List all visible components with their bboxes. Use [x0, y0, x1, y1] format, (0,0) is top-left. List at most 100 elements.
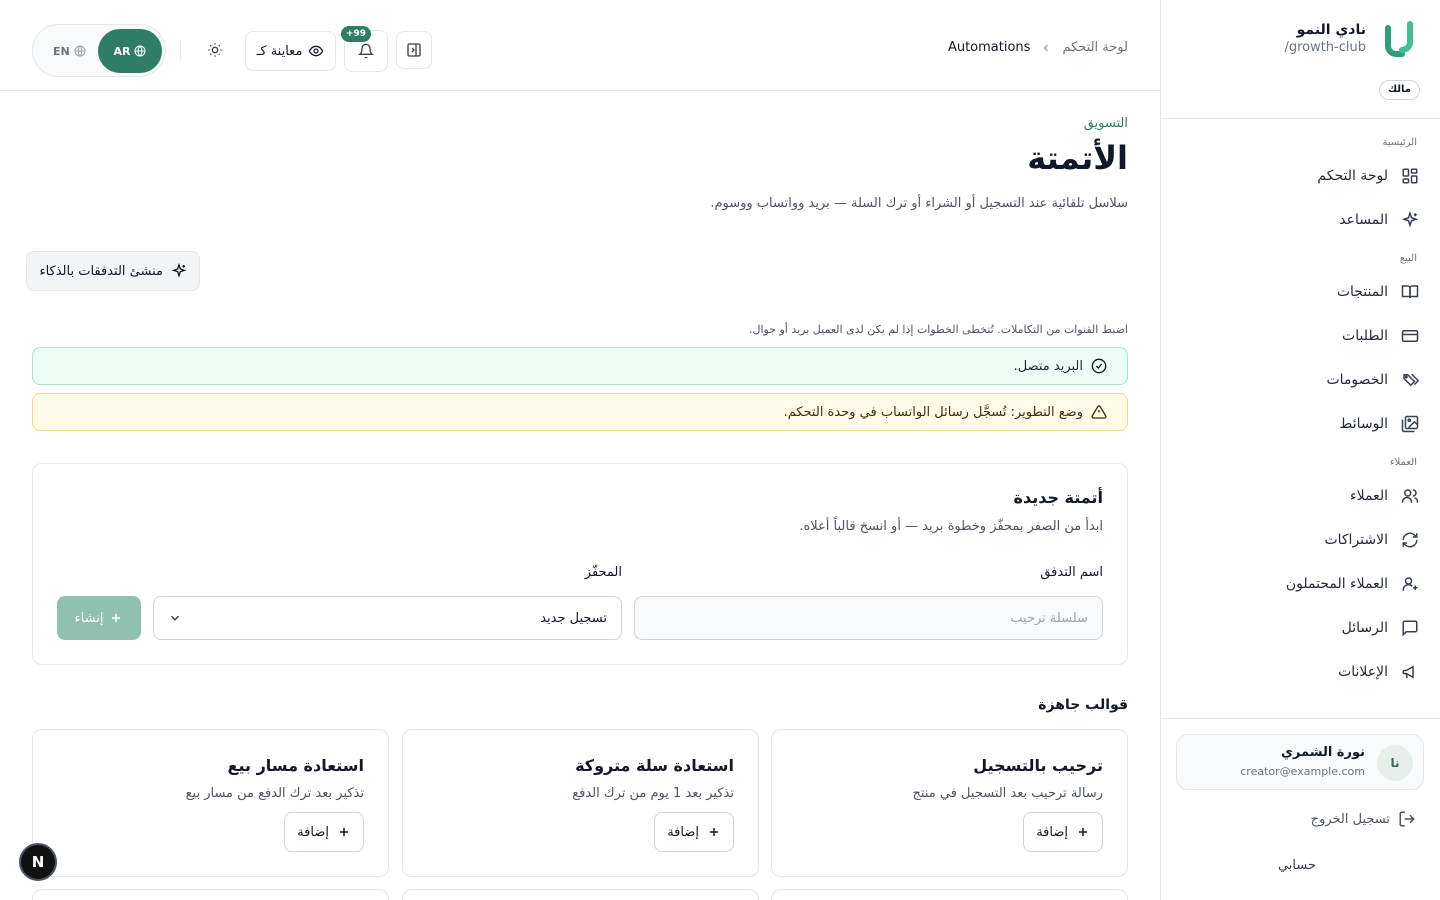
- logout-label: تسجيل الخروج: [1310, 811, 1390, 827]
- book-open-icon: [1400, 282, 1420, 302]
- add-label: إضافة: [1036, 824, 1068, 840]
- sidebar-item-label: العملاء المحتملون: [1285, 576, 1388, 592]
- language-toggle: AR EN: [32, 24, 166, 77]
- sidebar-item-label: الخصومات: [1326, 372, 1388, 388]
- images-icon: [1400, 414, 1420, 434]
- globe-icon: [134, 45, 146, 57]
- globe-icon: [74, 45, 86, 57]
- card-title: أتمتة جديدة: [1013, 488, 1104, 507]
- warning-triangle-icon: [1091, 404, 1107, 420]
- sidebar: نادي النمو /growth-club مالك الرئيسية لو…: [1160, 0, 1440, 900]
- brand-header[interactable]: نادي النمو /growth-club: [1181, 20, 1420, 80]
- sidebar-divider: [1161, 718, 1440, 719]
- nav-group-home: الرئيسية: [1382, 137, 1417, 148]
- lang-en-label: EN: [53, 44, 70, 58]
- role-badge: مالك: [1378, 80, 1420, 100]
- plus-icon: [707, 825, 721, 839]
- sidebar-item-label: الرسائل: [1341, 620, 1388, 636]
- add-label: إضافة: [297, 824, 329, 840]
- sidebar-item-media[interactable]: الوسائط: [1161, 402, 1440, 446]
- sidebar-item-dashboard[interactable]: لوحة التحكم: [1161, 154, 1440, 198]
- ai-flow-builder-button[interactable]: منشئ التدفقات بالذكاء: [26, 251, 200, 291]
- sidebar-item-label: لوحة التحكم: [1317, 168, 1388, 184]
- card-description: ابدأ من الصفر بمحفّز وخطوة بريد — أو انس…: [799, 519, 1103, 534]
- preview-as-label: معاينة كـ: [256, 43, 303, 59]
- brand-slug: /growth-club: [1284, 40, 1366, 55]
- page-title: الأتمتة: [1027, 139, 1128, 177]
- topbar: لوحة التحكم Automations AR EN معاينة كـ: [0, 0, 1160, 91]
- megaphone-icon: [1400, 662, 1420, 682]
- plus-icon: [109, 611, 123, 625]
- template-card-partial: [402, 889, 759, 900]
- sidebar-item-orders[interactable]: الطلبات: [1161, 314, 1440, 358]
- logout-icon: [1398, 810, 1416, 828]
- template-title: استعادة سلة متروكة: [575, 756, 734, 775]
- section-eyebrow: التسويق: [1083, 116, 1128, 131]
- sidebar-item-label: المساعد: [1339, 212, 1388, 228]
- theme-toggle-button[interactable]: [197, 31, 233, 69]
- template-description: رسالة ترحيب بعد التسجيل في منتج: [912, 786, 1103, 801]
- check-circle-icon: [1091, 358, 1107, 374]
- new-automation-card: أتمتة جديدة ابدأ من الصفر بمحفّز وخطوة ب…: [32, 463, 1128, 665]
- lang-en-button[interactable]: EN: [53, 29, 86, 73]
- sun-icon: [207, 42, 223, 58]
- add-template-button[interactable]: إضافة: [284, 812, 364, 852]
- eye-icon: [308, 43, 324, 59]
- template-card-partial: [771, 889, 1128, 900]
- trigger-select-value: تسجيل جديد: [540, 610, 607, 626]
- sidebar-item-messages[interactable]: الرسائل: [1161, 606, 1440, 650]
- user-name: نورة الشمري: [1281, 745, 1365, 760]
- credit-card-icon: [1400, 326, 1420, 346]
- chevron-down-icon: [168, 611, 182, 625]
- sidebar-item-products[interactable]: المنتجات: [1161, 270, 1440, 314]
- sidebar-item-label: المنتجات: [1336, 284, 1388, 300]
- template-card-partial: [32, 889, 389, 900]
- user-card[interactable]: نا نورة الشمري creator@example.com: [1176, 734, 1424, 790]
- plus-icon: [1076, 825, 1090, 839]
- breadcrumb-dashboard[interactable]: لوحة التحكم: [1062, 40, 1128, 55]
- main-content: التسويق الأتمتة سلاسل تلقائية عند التسجي…: [0, 91, 1160, 900]
- template-title: استعادة مسار بيع: [227, 756, 364, 775]
- user-email: creator@example.com: [1240, 765, 1365, 778]
- add-template-button[interactable]: إضافة: [654, 812, 734, 852]
- preview-as-button[interactable]: معاينة كـ: [245, 31, 336, 71]
- sidebar-item-customers[interactable]: العملاء: [1161, 474, 1440, 518]
- alert-text: البريد متصل.: [1013, 358, 1083, 374]
- toggle-sidebar-button[interactable]: [396, 31, 432, 69]
- dev-mode-alert: وضع التطوير: تُسجَّل رسائل الواتساب في و…: [32, 393, 1128, 431]
- breadcrumb: لوحة التحكم Automations: [948, 40, 1128, 55]
- create-button[interactable]: إنشاء: [57, 596, 141, 640]
- sidebar-item-assistant[interactable]: المساعد: [1161, 198, 1440, 242]
- create-label: إنشاء: [74, 610, 104, 626]
- trigger-select[interactable]: تسجيل جديد: [153, 596, 622, 640]
- refresh-icon: [1400, 530, 1420, 550]
- email-connected-alert: البريد متصل.: [32, 347, 1128, 385]
- plus-icon: [337, 825, 351, 839]
- bell-icon: [358, 43, 374, 59]
- sidebar-item-discounts[interactable]: الخصومات: [1161, 358, 1440, 402]
- users-icon: [1400, 486, 1420, 506]
- templates-heading: قوالب جاهزة: [1038, 697, 1128, 713]
- template-card: استعادة سلة متروكة تذكير بعد 1 يوم من تر…: [402, 729, 759, 877]
- flow-name-label: اسم التدفق: [1040, 565, 1103, 580]
- brand-logo-icon: [1380, 20, 1420, 60]
- add-template-button[interactable]: إضافة: [1023, 812, 1103, 852]
- sidebar-item-leads[interactable]: العملاء المحتملون: [1161, 562, 1440, 606]
- dev-tools-badge[interactable]: N: [19, 843, 57, 881]
- nav-group-customers: العملاء: [1389, 457, 1417, 468]
- sidebar-item-label: الطلبات: [1342, 328, 1388, 344]
- lang-ar-button[interactable]: AR: [98, 29, 162, 73]
- ai-flow-builder-label: منشئ التدفقات بالذكاء: [39, 263, 163, 279]
- template-title: ترحيب بالتسجيل: [973, 756, 1103, 775]
- account-link[interactable]: حسابي: [1278, 858, 1316, 873]
- sidebar-item-label: العملاء: [1350, 488, 1388, 504]
- lang-ar-label: AR: [113, 44, 131, 58]
- sidebar-item-subscriptions[interactable]: الاشتراكات: [1161, 518, 1440, 562]
- avatar: نا: [1377, 745, 1413, 781]
- nav-group-sales: البيع: [1399, 253, 1417, 264]
- sidebar-item-announcements[interactable]: الإعلانات: [1161, 650, 1440, 694]
- flow-name-input[interactable]: [634, 596, 1103, 640]
- template-card: استعادة مسار بيع تذكير بعد ترك الدفع من …: [32, 729, 389, 877]
- tags-icon: [1400, 370, 1420, 390]
- logout-button[interactable]: تسجيل الخروج: [1311, 810, 1416, 828]
